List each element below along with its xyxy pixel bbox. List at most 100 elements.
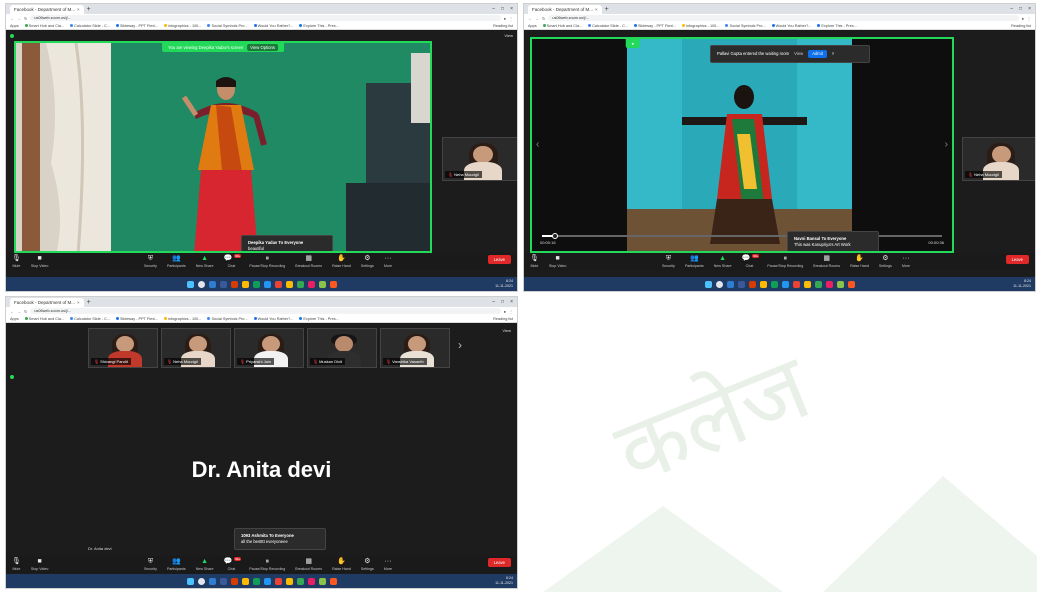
taskbar-app-icon[interactable] <box>814 280 822 288</box>
taskbar-app-icon[interactable] <box>307 577 315 585</box>
chat-toast[interactable]: Deepika Yadav To Everyone beautiful <box>241 235 333 251</box>
browser-tab[interactable]: Facebook - Department of M... × <box>528 4 602 14</box>
reload-icon[interactable]: ↻ <box>24 16 27 21</box>
bookmark-item[interactable]: Social Symbols Pro... <box>207 317 248 321</box>
minimize-icon[interactable]: – <box>492 6 495 12</box>
participant-thumbnail[interactable]: 🎙Priyanshi Jain <box>234 328 304 368</box>
admit-button[interactable]: Admit <box>808 50 827 58</box>
taskbar-app-icon[interactable] <box>296 577 304 585</box>
taskbar-app-icon[interactable] <box>836 280 844 288</box>
view-button[interactable]: View <box>504 33 513 38</box>
leave-button[interactable]: Leave <box>1005 255 1030 264</box>
participant-thumbnail[interactable]: 🎙Vanshika Vasanth <box>380 328 450 368</box>
maximize-icon[interactable]: □ <box>501 299 504 305</box>
reload-icon[interactable]: ↻ <box>542 16 545 21</box>
stop-video-button[interactable]: ■ Stop Video <box>31 558 49 571</box>
recording-button[interactable]: ⏸ Pause/Stop Recording <box>249 255 285 268</box>
participant-thumbnail[interactable]: 🎙Neha Moudgil <box>442 137 517 181</box>
taskbar-app-icon[interactable] <box>241 577 249 585</box>
bookmark-item[interactable]: Social Symbols Pro... <box>725 24 766 28</box>
address-bar[interactable]: us06web.zoom.us/j/... <box>30 15 501 21</box>
participant-thumbnail[interactable]: 🎙Muskan Dixit <box>307 328 377 368</box>
more-button[interactable]: ··· More <box>902 255 910 268</box>
bookmark-item[interactable]: Smart Hub and Cla... <box>24 24 64 28</box>
windows-start-icon[interactable] <box>186 280 194 288</box>
security-button[interactable]: ⛨ Security <box>662 255 675 268</box>
view-button[interactable]: View <box>794 51 803 57</box>
forward-icon[interactable]: → <box>17 16 21 21</box>
taskbar-app-icon[interactable] <box>759 280 767 288</box>
stop-video-button[interactable]: ■ Stop Video <box>31 255 49 268</box>
search-icon[interactable] <box>197 280 205 288</box>
taskbar-app-icon[interactable] <box>318 280 326 288</box>
bookmark-item[interactable]: Calculator Slide - C... <box>70 317 110 321</box>
taskbar-app-icon[interactable] <box>263 577 271 585</box>
menu-icon[interactable]: ⋮ <box>1027 16 1031 21</box>
mute-button[interactable]: 🎙 Mute <box>12 558 21 571</box>
chat-button[interactable]: 💬 99+ Chat <box>224 254 242 268</box>
maximize-icon[interactable]: □ <box>501 6 504 12</box>
new-share-button[interactable]: ▲ New Share <box>196 255 214 268</box>
taskbar-app-icon[interactable] <box>792 280 800 288</box>
bookmark-item[interactable]: Slideway - PPT Flexi... <box>633 24 676 28</box>
taskbar-app-icon[interactable] <box>307 280 315 288</box>
taskbar-app-icon[interactable] <box>726 280 734 288</box>
taskbar-app-icon[interactable] <box>803 280 811 288</box>
reading-list[interactable]: Reading list <box>1011 24 1031 28</box>
bookmark-apps[interactable]: Apps <box>10 24 19 28</box>
bookmark-item[interactable]: Slideway - PPT Flexi... <box>115 317 158 321</box>
new-share-button[interactable]: ▲ New Share <box>714 255 732 268</box>
participant-thumbnail[interactable]: 🎙Neha Moudgil <box>161 328 231 368</box>
bookmark-item[interactable]: infographics - 100... <box>164 317 201 321</box>
forward-icon[interactable]: → <box>17 309 21 314</box>
chat-button[interactable]: 💬 99+ Chat <box>224 557 242 571</box>
participants-button[interactable]: 👥 Participants <box>167 255 186 268</box>
chat-toast[interactable]: Navni Bansal To Everyone This was Kanupr… <box>787 231 879 251</box>
close-icon[interactable]: × <box>832 51 834 57</box>
taskbar-app-icon[interactable] <box>230 280 238 288</box>
taskbar-app-icon[interactable] <box>847 280 855 288</box>
maximize-icon[interactable]: □ <box>1019 6 1022 12</box>
taskbar-app-icon[interactable] <box>825 280 833 288</box>
profile-icon[interactable]: ● <box>504 16 506 21</box>
taskbar-app-icon[interactable] <box>318 577 326 585</box>
taskbar-app-icon[interactable] <box>296 280 304 288</box>
taskbar-app-icon[interactable] <box>329 577 337 585</box>
security-button[interactable]: ⛨ Security <box>144 255 157 268</box>
raise-hand-button[interactable]: ✋ Raise Hand <box>332 255 351 268</box>
taskbar-app-icon[interactable] <box>285 577 293 585</box>
taskbar-app-icon[interactable] <box>208 280 216 288</box>
profile-icon[interactable]: ● <box>504 309 506 314</box>
participants-button[interactable]: 👥 Participants <box>685 255 704 268</box>
system-tray[interactable]: 8:24 11-11-2021 <box>1013 279 1031 289</box>
raise-hand-button[interactable]: ✋ Raise Hand <box>332 558 351 571</box>
system-tray[interactable]: 8:24 11-11-2021 <box>495 576 513 586</box>
address-bar[interactable]: us06web.zoom.us/j/... <box>30 308 501 314</box>
bookmark-item[interactable]: Social Symbols Pro... <box>207 24 248 28</box>
minimize-icon[interactable]: – <box>1010 6 1013 12</box>
search-icon[interactable] <box>197 577 205 585</box>
bookmark-item[interactable]: Explore This - Pres... <box>299 317 339 321</box>
bookmark-item[interactable]: Calculator Slide - C... <box>588 24 628 28</box>
taskbar-app-icon[interactable] <box>219 577 227 585</box>
windows-start-icon[interactable] <box>704 280 712 288</box>
taskbar-app-icon[interactable] <box>252 577 260 585</box>
mute-button[interactable]: 🎙 Mute <box>530 255 539 268</box>
view-button[interactable]: View <box>502 328 511 333</box>
taskbar-app-icon[interactable] <box>285 280 293 288</box>
taskbar-app-icon[interactable] <box>252 280 260 288</box>
seek-handle[interactable] <box>552 233 558 239</box>
participants-button[interactable]: 👥 Participants <box>167 558 186 571</box>
video-seek-bar[interactable] <box>542 233 942 239</box>
bookmark-item[interactable]: Explore This - Pres... <box>299 24 339 28</box>
minimize-icon[interactable]: – <box>492 299 495 305</box>
taskbar-app-icon[interactable] <box>263 280 271 288</box>
taskbar-app-icon[interactable] <box>230 577 238 585</box>
breakout-rooms-button[interactable]: ▦ Breakout Rooms <box>295 255 322 268</box>
bookmark-item[interactable]: Would You Rather?... <box>253 24 293 28</box>
bookmark-item[interactable]: infographics - 100... <box>682 24 719 28</box>
taskbar-app-icon[interactable] <box>208 577 216 585</box>
close-icon[interactable]: × <box>77 300 80 305</box>
bookmark-item[interactable]: infographics - 100... <box>164 24 201 28</box>
taskbar-app-icon[interactable] <box>748 280 756 288</box>
